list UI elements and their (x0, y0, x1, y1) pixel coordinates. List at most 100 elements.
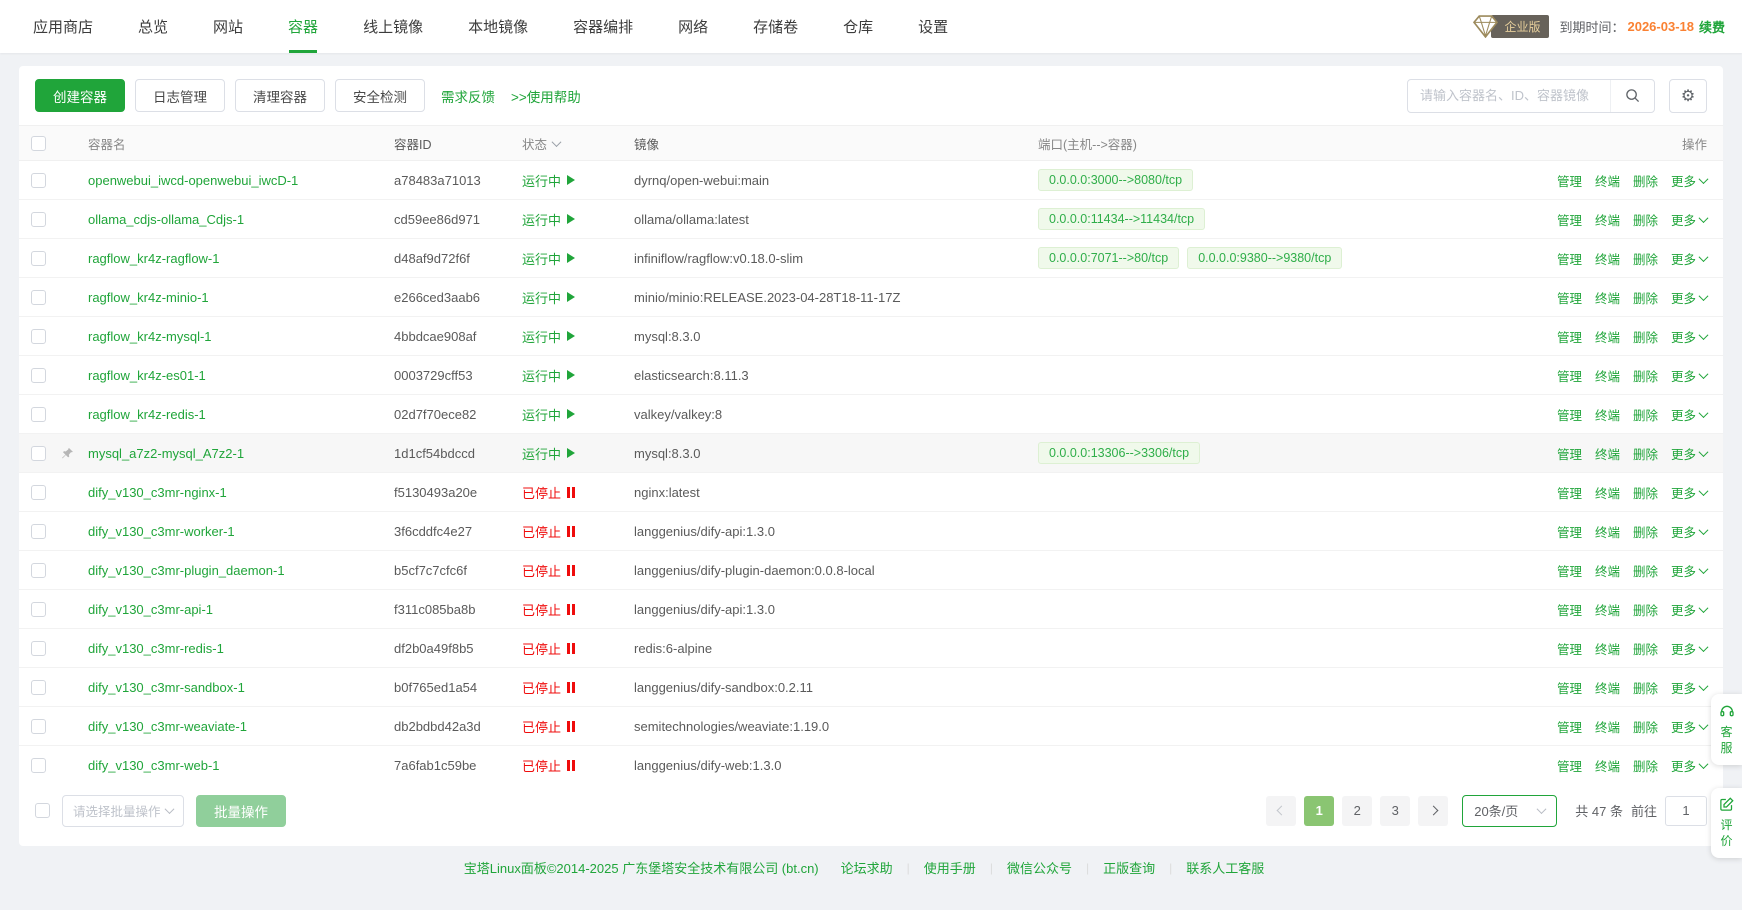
more-action[interactable]: 更多 (1671, 678, 1707, 697)
container-name-link[interactable]: mysql_a7z2-mysql_A7z2-1 (88, 446, 244, 461)
batch-operation-button[interactable]: 批量操作 (196, 795, 286, 827)
settings-button[interactable]: ⚙ (1669, 79, 1707, 113)
nav-item-10[interactable]: 设置 (918, 0, 948, 53)
create-container-button[interactable]: 创建容器 (35, 79, 125, 112)
terminal-action[interactable]: 终端 (1595, 327, 1620, 346)
more-action[interactable]: 更多 (1671, 483, 1707, 502)
nav-item-4[interactable]: 线上镜像 (363, 0, 423, 53)
nav-item-8[interactable]: 存储卷 (753, 0, 798, 53)
delete-action[interactable]: 删除 (1633, 561, 1658, 580)
container-name-link[interactable]: ollama_cdjs-ollama_Cdjs-1 (88, 212, 244, 227)
more-action[interactable]: 更多 (1671, 327, 1707, 346)
delete-action[interactable]: 删除 (1633, 327, 1658, 346)
page-button-2[interactable]: 2 (1342, 796, 1372, 826)
manage-action[interactable]: 管理 (1557, 756, 1582, 775)
row-checkbox[interactable] (31, 251, 46, 266)
terminal-action[interactable]: 终端 (1595, 561, 1620, 580)
manage-action[interactable]: 管理 (1557, 522, 1582, 541)
row-checkbox[interactable] (31, 602, 46, 617)
clean-containers-button[interactable]: 清理容器 (235, 79, 325, 112)
terminal-action[interactable]: 终端 (1595, 522, 1620, 541)
container-name-link[interactable]: dify_v130_c3mr-api-1 (88, 602, 213, 617)
more-action[interactable]: 更多 (1671, 600, 1707, 619)
more-action[interactable]: 更多 (1671, 366, 1707, 385)
container-name-link[interactable]: dify_v130_c3mr-web-1 (88, 758, 220, 773)
delete-action[interactable]: 删除 (1633, 483, 1658, 502)
delete-action[interactable]: 删除 (1633, 405, 1658, 424)
select-all-checkbox[interactable] (31, 136, 46, 151)
status-filter[interactable]: 状态 (522, 134, 560, 153)
row-checkbox[interactable] (31, 680, 46, 695)
search-input[interactable] (1408, 88, 1610, 103)
manage-action[interactable]: 管理 (1557, 678, 1582, 697)
delete-action[interactable]: 删除 (1633, 522, 1658, 541)
manage-action[interactable]: 管理 (1557, 288, 1582, 307)
more-action[interactable]: 更多 (1671, 639, 1707, 658)
delete-action[interactable]: 删除 (1633, 600, 1658, 619)
more-action[interactable]: 更多 (1671, 522, 1707, 541)
terminal-action[interactable]: 终端 (1595, 366, 1620, 385)
delete-action[interactable]: 删除 (1633, 678, 1658, 697)
footer-link-2[interactable]: 微信公众号 (1007, 858, 1072, 877)
row-checkbox[interactable] (31, 485, 46, 500)
terminal-action[interactable]: 终端 (1595, 756, 1620, 775)
terminal-action[interactable]: 终端 (1595, 678, 1620, 697)
container-name-link[interactable]: dify_v130_c3mr-nginx-1 (88, 485, 227, 500)
container-name-link[interactable]: ragflow_kr4z-mysql-1 (88, 329, 212, 344)
search-button[interactable] (1610, 80, 1654, 112)
row-checkbox[interactable] (31, 290, 46, 305)
row-checkbox[interactable] (31, 446, 46, 461)
footer-link-4[interactable]: 联系人工客服 (1186, 858, 1264, 877)
container-name-link[interactable]: dify_v130_c3mr-worker-1 (88, 524, 235, 539)
terminal-action[interactable]: 终端 (1595, 405, 1620, 424)
next-page-button[interactable] (1418, 796, 1448, 826)
terminal-action[interactable]: 终端 (1595, 444, 1620, 463)
prev-page-button[interactable] (1266, 796, 1296, 826)
container-name-link[interactable]: ragflow_kr4z-redis-1 (88, 407, 206, 422)
row-checkbox[interactable] (31, 368, 46, 383)
manage-action[interactable]: 管理 (1557, 483, 1582, 502)
manage-action[interactable]: 管理 (1557, 717, 1582, 736)
manage-action[interactable]: 管理 (1557, 639, 1582, 658)
more-action[interactable]: 更多 (1671, 444, 1707, 463)
row-checkbox[interactable] (31, 173, 46, 188)
row-checkbox[interactable] (31, 758, 46, 773)
goto-page-input[interactable] (1665, 796, 1707, 826)
select-all-bottom-checkbox[interactable] (35, 803, 50, 818)
delete-action[interactable]: 删除 (1633, 756, 1658, 775)
terminal-action[interactable]: 终端 (1595, 171, 1620, 190)
footer-link-1[interactable]: 使用手册 (924, 858, 976, 877)
more-action[interactable]: 更多 (1671, 171, 1707, 190)
feedback-link[interactable]: 需求反馈 (441, 86, 495, 106)
delete-action[interactable]: 删除 (1633, 717, 1658, 736)
manage-action[interactable]: 管理 (1557, 561, 1582, 580)
container-name-link[interactable]: ragflow_kr4z-minio-1 (88, 290, 209, 305)
page-button-1[interactable]: 1 (1304, 796, 1334, 826)
page-size-select[interactable]: 20条/页 (1462, 795, 1557, 827)
nav-item-7[interactable]: 网络 (678, 0, 708, 53)
nav-item-9[interactable]: 仓库 (843, 0, 873, 53)
security-check-button[interactable]: 安全检测 (335, 79, 425, 112)
delete-action[interactable]: 删除 (1633, 366, 1658, 385)
container-name-link[interactable]: dify_v130_c3mr-redis-1 (88, 641, 224, 656)
delete-action[interactable]: 删除 (1633, 171, 1658, 190)
log-management-button[interactable]: 日志管理 (135, 79, 225, 112)
row-checkbox[interactable] (31, 563, 46, 578)
container-name-link[interactable]: ragflow_kr4z-es01-1 (88, 368, 206, 383)
delete-action[interactable]: 删除 (1633, 639, 1658, 658)
manage-action[interactable]: 管理 (1557, 171, 1582, 190)
nav-item-0[interactable]: 应用商店 (33, 0, 93, 53)
terminal-action[interactable]: 终端 (1595, 249, 1620, 268)
row-checkbox[interactable] (31, 212, 46, 227)
container-name-link[interactable]: dify_v130_c3mr-sandbox-1 (88, 680, 245, 695)
row-checkbox[interactable] (31, 329, 46, 344)
delete-action[interactable]: 删除 (1633, 444, 1658, 463)
terminal-action[interactable]: 终端 (1595, 210, 1620, 229)
more-action[interactable]: 更多 (1671, 405, 1707, 424)
batch-operation-select[interactable]: 请选择批量操作 (62, 795, 184, 827)
manage-action[interactable]: 管理 (1557, 600, 1582, 619)
row-checkbox[interactable] (31, 524, 46, 539)
row-checkbox[interactable] (31, 719, 46, 734)
nav-item-5[interactable]: 本地镜像 (468, 0, 528, 53)
nav-item-3[interactable]: 容器 (288, 0, 318, 53)
